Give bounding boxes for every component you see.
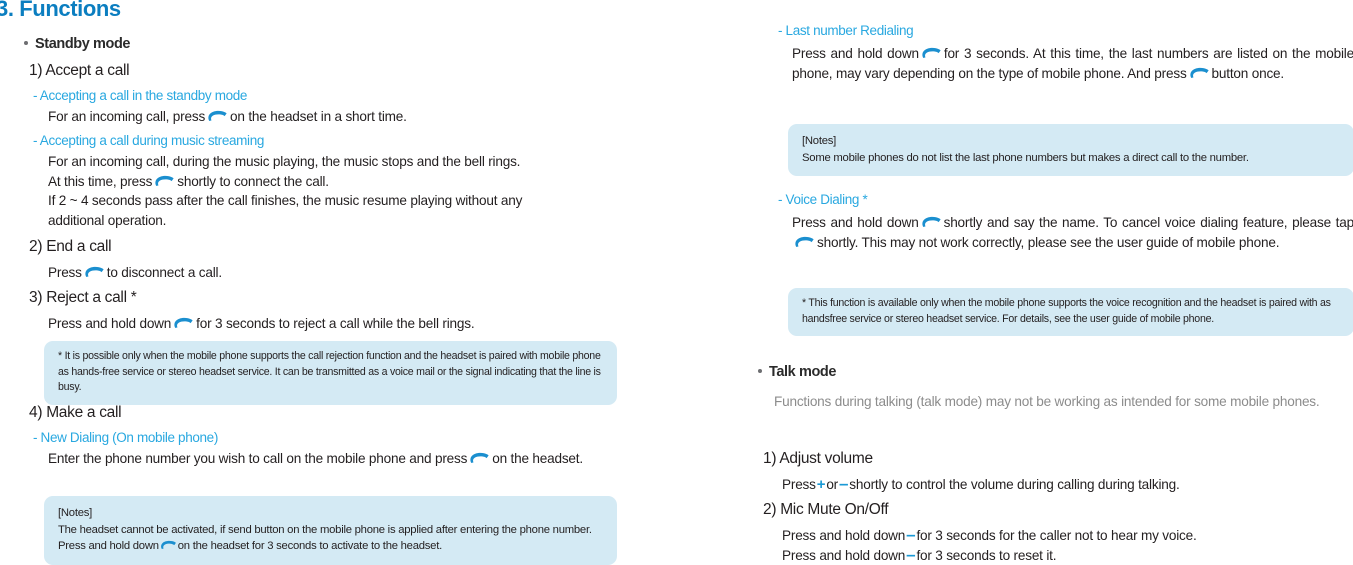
text-run: button once.: [1212, 66, 1284, 81]
sub-accepting-standby-body: For an incoming call, press on the headse…: [48, 107, 628, 127]
sub-last-redial-body: Press and hold downfor 3 seconds. At thi…: [792, 44, 1353, 83]
notes-label: [Notes]: [58, 505, 603, 522]
text-run: Press and hold down: [48, 316, 171, 331]
item-mic-mute-heading: 2) Mic Mute On/Off: [763, 501, 888, 519]
phone-handset-icon: [922, 47, 941, 59]
phone-handset-icon: [155, 175, 174, 187]
page-title: 3. Functions: [0, 0, 121, 20]
item-reject-a-call-heading: 3) Reject a call *: [29, 289, 136, 307]
text-run: Press and hold down: [792, 46, 919, 61]
item-adjust-volume-heading: 1) Adjust volume: [763, 450, 873, 468]
sub-new-dialing-title: - New Dialing (On mobile phone): [33, 430, 218, 445]
talk-mode-intro: Functions during talking (talk mode) may…: [774, 392, 1353, 412]
text-line: At this time, pressshortly to connect th…: [48, 172, 628, 192]
text-run: shortly and say the name. To cancel voic…: [944, 215, 1353, 230]
text-run: on the headset.: [492, 451, 583, 466]
item-accept-a-call-heading: 1) Accept a call: [29, 62, 129, 80]
phone-handset-icon: [922, 216, 941, 228]
text-run: on the headset in a short time.: [230, 109, 407, 124]
phone-handset-icon: [1190, 67, 1209, 79]
item-make-a-call-heading: 4) Make a call: [29, 404, 121, 422]
sub-accepting-music-body: For an incoming call, during the music p…: [48, 152, 628, 230]
manual-page: 3. Functions Standby mode 1) Accept a ca…: [0, 0, 1353, 564]
notes-label: [Notes]: [802, 133, 1340, 150]
text-run: Press and hold down: [792, 215, 919, 230]
minus-icon: –: [838, 474, 849, 493]
talk-mode-heading: Talk mode: [758, 364, 836, 380]
sub-accepting-music-title: - Accepting a call during music streamin…: [33, 133, 264, 148]
reject-call-footnote-box: * It is possible only when the mobile ph…: [44, 341, 617, 405]
text-line: Press and hold down–for 3 seconds to res…: [782, 546, 1352, 565]
text-run: to disconnect a call.: [107, 265, 222, 280]
item-adjust-volume-body: Press+or–shortly to control the volume d…: [782, 475, 1352, 495]
text-run: Press: [782, 477, 816, 492]
text-run: or: [826, 477, 838, 492]
notes-body: The headset cannot be activated, if send…: [58, 522, 603, 555]
item-mic-mute-body: Press and hold down–for 3 seconds for th…: [782, 526, 1352, 565]
text-line: For an incoming call, during the music p…: [48, 152, 628, 172]
talk-mode-label: Talk mode: [769, 364, 836, 380]
make-call-notes-box: [Notes] The headset cannot be activated,…: [44, 496, 617, 565]
text-run: shortly. This may not work correctly, pl…: [817, 235, 1279, 250]
sub-new-dialing-body: Enter the phone number you wish to call …: [48, 449, 618, 469]
text-run: For an incoming call, press: [48, 109, 205, 124]
text-run: shortly to control the volume during cal…: [849, 477, 1179, 492]
plus-icon: +: [816, 476, 827, 493]
sub-voice-dialing-body: Press and hold down shortly and say the n…: [792, 213, 1353, 252]
standby-mode-heading: Standby mode: [24, 36, 130, 52]
text-line: additional operation.: [48, 211, 628, 231]
phone-handset-icon: [174, 317, 193, 329]
sub-accepting-standby-title: - Accepting a call in the standby mode: [33, 88, 247, 103]
phone-handset-icon: [85, 266, 104, 278]
reject-call-footnote-text: * It is possible only when the mobile ph…: [58, 350, 601, 393]
phone-handset-icon: [161, 540, 176, 550]
sub-last-redial-title: - Last number Redialing: [778, 23, 913, 38]
voice-dialing-footnote-text: * This function is available only when t…: [802, 297, 1331, 325]
text-run: for 3 seconds to reject a call while the…: [196, 316, 474, 331]
minus-icon: –: [905, 545, 916, 564]
standby-mode-label: Standby mode: [35, 36, 130, 52]
phone-handset-icon: [208, 110, 227, 122]
sub-voice-dialing-title: - Voice Dialing *: [778, 192, 867, 207]
bullet-dot-icon: [24, 41, 28, 45]
phone-handset-icon: [795, 236, 814, 248]
bullet-dot-icon: [758, 369, 762, 373]
minus-icon: –: [905, 525, 916, 544]
voice-dialing-footnote-box: * This function is available only when t…: [788, 288, 1353, 336]
notes-body: Some mobile phones do not list the last …: [802, 150, 1340, 167]
text-line: If 2 ~ 4 seconds pass after the call fin…: [48, 191, 628, 211]
text-line: Press and hold down–for 3 seconds for th…: [782, 526, 1352, 546]
text-run: Enter the phone number you wish to call …: [48, 451, 467, 466]
item-end-a-call-body: Press to disconnect a call.: [48, 263, 628, 283]
last-redial-notes-box: [Notes] Some mobile phones do not list t…: [788, 124, 1353, 176]
item-end-a-call-heading: 2) End a call: [29, 238, 111, 256]
item-reject-a-call-body: Press and hold down for 3 seconds to reje…: [48, 314, 628, 334]
text-run: Press: [48, 265, 82, 280]
phone-handset-icon: [470, 452, 489, 464]
